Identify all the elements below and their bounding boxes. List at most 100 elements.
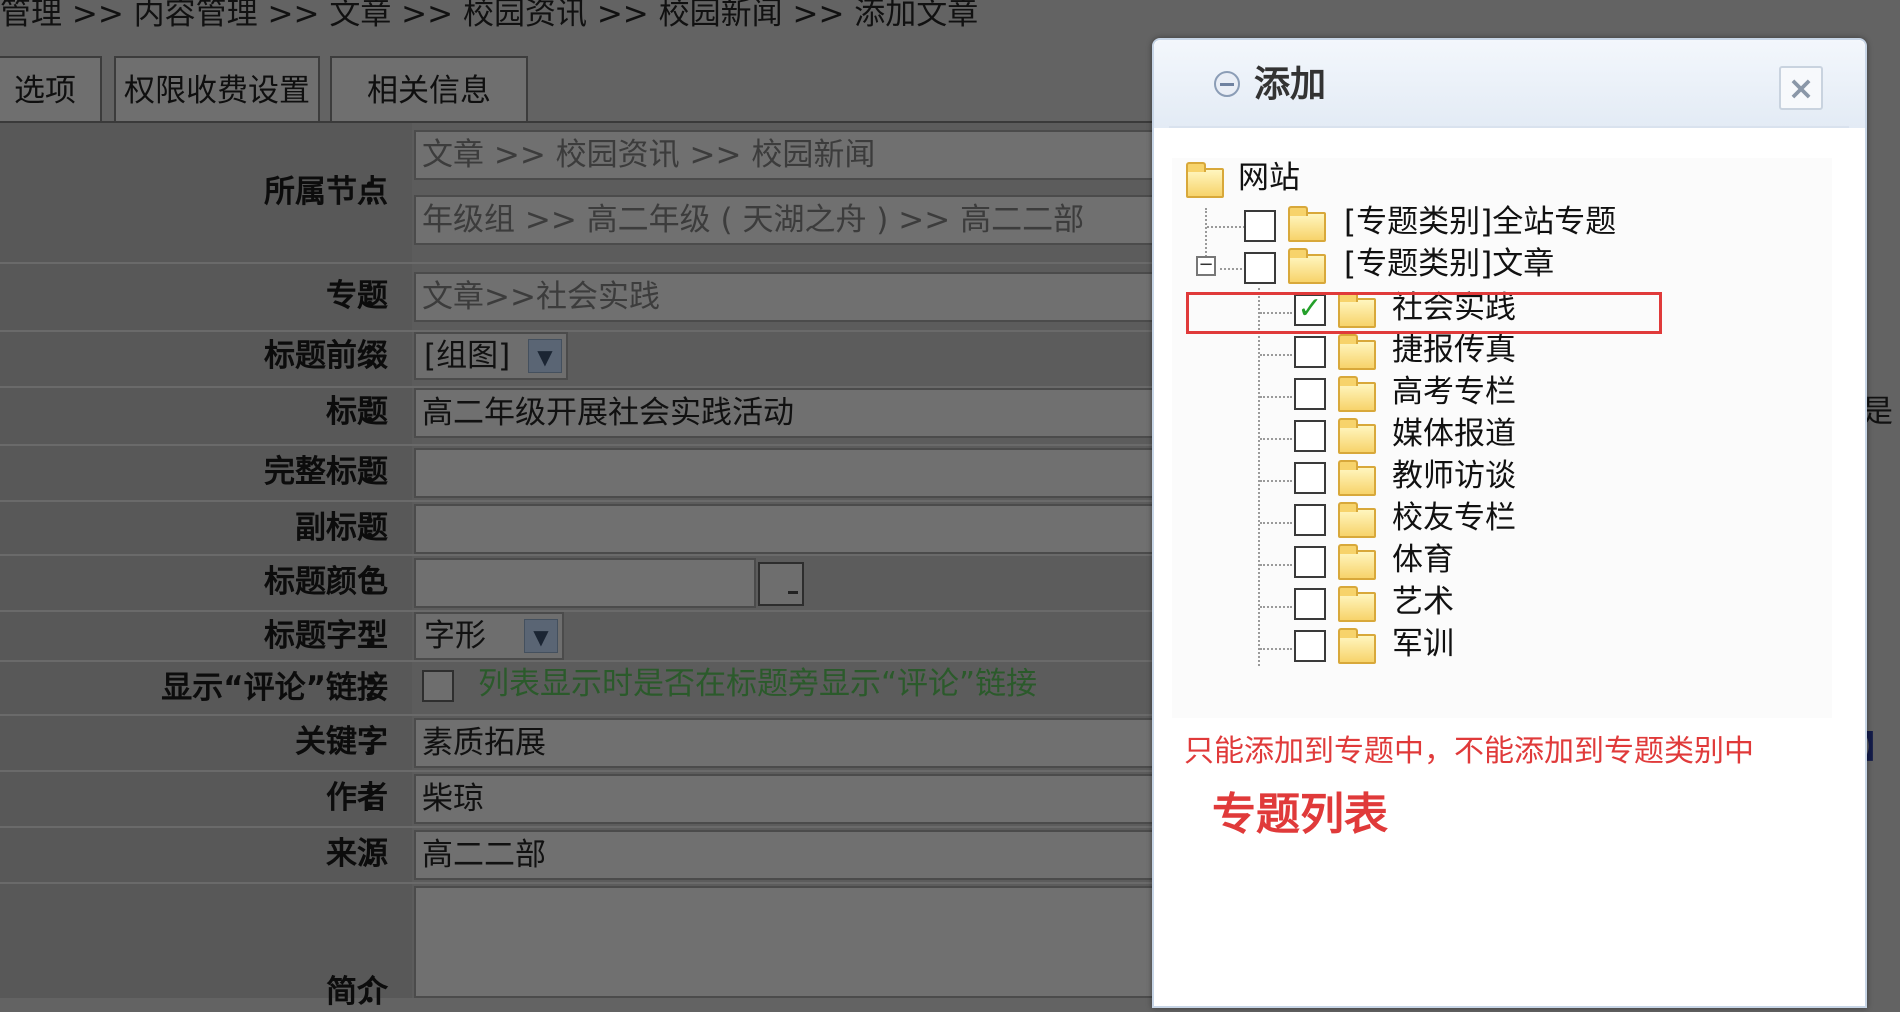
tree-item[interactable]: 体育 <box>1392 540 1454 580</box>
comment-link-checkbox[interactable] <box>422 670 454 702</box>
breadcrumb: 管理 >> 内容管理 >> 文章 >> 校园资讯 >> 校园新闻 >> 添加文章 <box>0 0 979 30</box>
folder-open-icon <box>1288 248 1326 284</box>
title-prefix-value: [组图] <box>424 338 511 374</box>
label-colon: ： <box>362 278 393 314</box>
label-colon: ： <box>362 974 393 1010</box>
title-font-select[interactable]: 字形 ▼ <box>414 612 564 660</box>
label-colon: ： <box>362 618 393 654</box>
highlight-annotation <box>1186 292 1662 334</box>
folder-icon <box>1186 162 1224 198</box>
tree-connector <box>1260 648 1292 650</box>
dialog-divider <box>1169 126 1849 128</box>
tree-connector <box>1258 288 1260 666</box>
folder-icon <box>1338 460 1376 496</box>
folder-icon <box>1338 502 1376 538</box>
topic-checkbox[interactable] <box>1294 336 1326 368</box>
tree-category-article[interactable]: [专题类别]文章 <box>1344 244 1554 284</box>
tree-connector <box>1260 564 1292 566</box>
tree-item[interactable]: 高考专栏 <box>1392 372 1516 412</box>
close-button[interactable]: × <box>1779 66 1823 110</box>
row-divider <box>0 330 1155 332</box>
row-divider <box>0 610 1155 612</box>
label-colon: ： <box>362 510 393 546</box>
tree-item[interactable]: 捷报传真 <box>1392 330 1516 370</box>
topic-checkbox[interactable] <box>1294 420 1326 452</box>
folder-icon <box>1338 628 1376 664</box>
author-input[interactable]: 柴琼 <box>414 774 1174 824</box>
label-comment-link: 显示“评论”链接 <box>161 670 388 706</box>
label-colon: ： <box>362 836 393 872</box>
tree-connector <box>1260 522 1292 524</box>
tab-options[interactable]: 选项 <box>0 56 102 122</box>
node-field-secondary[interactable]: 年级组 >> 高二年级 ( 天湖之舟 ) >> 高二二部 <box>414 195 1174 245</box>
topic-checkbox[interactable] <box>1294 630 1326 662</box>
folder-icon <box>1338 544 1376 580</box>
label-colon: ： <box>362 670 393 706</box>
tree-connector <box>1260 396 1292 398</box>
row-divider <box>0 660 1155 662</box>
row-divider <box>0 770 1155 772</box>
topic-checkbox[interactable] <box>1294 378 1326 410</box>
source-input[interactable]: 高二二部 <box>414 830 1174 880</box>
row-divider <box>0 826 1155 828</box>
node-field-primary[interactable]: 文章 >> 校园资讯 >> 校园新闻 <box>414 130 1174 180</box>
label-colon: ： <box>362 780 393 816</box>
title-prefix-select[interactable]: [组图] ▼ <box>414 332 568 380</box>
tree-item[interactable]: 教师访谈 <box>1392 456 1516 496</box>
full-title-input[interactable] <box>414 448 1174 498</box>
dialog-title: 添加 <box>1254 64 1327 105</box>
collapse-icon[interactable]: − <box>1196 256 1216 276</box>
title-input[interactable]: 高二年级开展社会实践活动 <box>414 388 1174 438</box>
category-checkbox[interactable] <box>1244 210 1276 242</box>
minimize-circle-icon <box>1214 71 1240 97</box>
folder-icon <box>1338 418 1376 454</box>
folder-icon <box>1338 334 1376 370</box>
subtitle-input[interactable] <box>414 504 1174 554</box>
row-divider <box>0 500 1155 502</box>
row-divider <box>0 882 1155 884</box>
label-colon: ： <box>362 454 393 490</box>
folder-icon <box>1338 376 1376 412</box>
title-font-value: 字形 <box>424 618 486 654</box>
label-colon: ： <box>362 564 393 600</box>
tree-category-site[interactable]: [专题类别]全站专题 <box>1344 202 1616 242</box>
tree-connector <box>1207 226 1245 228</box>
row-divider <box>0 444 1155 446</box>
dialog-header: 添加 × <box>1154 40 1865 128</box>
label-colon: ： <box>362 724 393 760</box>
folder-icon <box>1338 586 1376 622</box>
tree-item[interactable]: 媒体报道 <box>1392 414 1516 454</box>
chevron-down-icon: ▼ <box>524 619 558 653</box>
row-divider <box>0 554 1155 556</box>
comment-link-hint: 列表显示时是否在标题旁显示“评论”链接 <box>478 666 1038 702</box>
tree-connector <box>1260 606 1292 608</box>
label-colon: ： <box>362 174 393 210</box>
intro-textarea[interactable] <box>414 886 1174 998</box>
color-picker-button[interactable] <box>758 562 804 606</box>
keywords-input[interactable]: 素质拓展 <box>414 718 1174 768</box>
topic-checkbox[interactable] <box>1294 588 1326 620</box>
row-divider <box>0 262 1155 264</box>
tree-connector <box>1260 438 1292 440</box>
topic-checkbox[interactable] <box>1294 546 1326 578</box>
chevron-down-icon: ▼ <box>528 339 562 373</box>
topic-checkbox[interactable] <box>1294 462 1326 494</box>
tree-root-label[interactable]: 网站 <box>1238 158 1300 198</box>
tree-connector <box>1220 268 1246 270</box>
category-checkbox[interactable] <box>1244 252 1276 284</box>
tab-related-info[interactable]: 相关信息 <box>330 56 528 122</box>
tree-connector <box>1260 480 1292 482</box>
annotation-note: 只能添加到专题中，不能添加到专题类别中 <box>1184 734 1754 769</box>
tree-item[interactable]: 校友专栏 <box>1392 498 1516 538</box>
label-colon: ： <box>362 394 393 430</box>
tree-connector <box>1260 354 1292 356</box>
row-divider <box>0 714 1155 716</box>
folder-icon <box>1288 206 1326 242</box>
topic-field[interactable]: 文章>>社会实践 <box>414 272 1174 322</box>
tree-item[interactable]: 军训 <box>1392 624 1454 664</box>
annotation-title: 专题列表 <box>1212 789 1388 840</box>
tree-item[interactable]: 艺术 <box>1392 582 1454 622</box>
tab-permission-fee[interactable]: 权限收费设置 <box>114 56 320 122</box>
title-color-input[interactable] <box>414 558 756 608</box>
topic-checkbox[interactable] <box>1294 504 1326 536</box>
